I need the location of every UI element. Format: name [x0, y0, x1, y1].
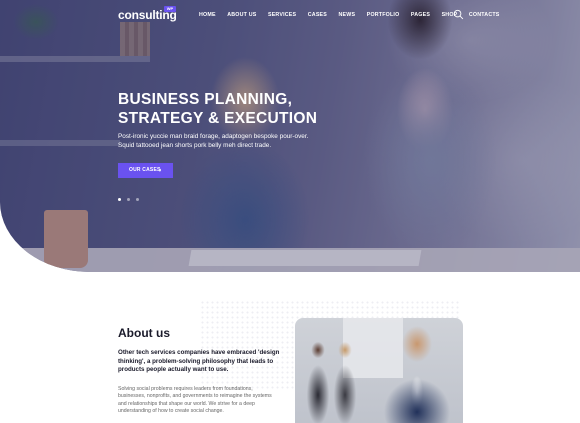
hero-subtitle-line: Squid tattooed jean shorts pork belly me… — [118, 142, 272, 149]
hero-title-line: STRATEGY & EXECUTION — [118, 110, 318, 127]
hero-section: BUSINESS PLANNING, STRATEGY & EXECUTION … — [0, 0, 580, 272]
slider-dots — [118, 198, 139, 201]
photo-person — [327, 338, 363, 423]
nav-item-cases[interactable]: CASES — [308, 12, 327, 18]
hero-subtitle-line: Post-ironic yuccie man braid forage, ada… — [118, 133, 309, 140]
nav-item-about-us[interactable]: ABOUT US — [227, 12, 256, 18]
site-header: consulting WP HOME ABOUT US SERVICES CAS… — [0, 0, 580, 30]
hero-subtitle: Post-ironic yuccie man braid forage, ada… — [118, 132, 318, 150]
slider-dot[interactable] — [127, 198, 130, 201]
about-body-line: businesses, nonprofits, and governments … — [118, 393, 272, 400]
about-lead: Other tech services companies have embra… — [118, 349, 288, 375]
search-icon[interactable] — [453, 9, 464, 20]
about-lead-line: thinking', a problem-solving philosophy … — [118, 357, 274, 365]
nav-item-home[interactable]: HOME — [199, 12, 216, 18]
nav-item-portfolio[interactable]: PORTFOLIO — [367, 12, 400, 18]
about-body-line: and relationships that shape our world. … — [118, 400, 255, 407]
about-body-line: understanding of how to create social ch… — [118, 408, 224, 415]
about-lead-line: Other tech services companies have embra… — [118, 349, 280, 356]
slider-dot[interactable] — [136, 198, 139, 201]
chevron-right-icon: › — [159, 167, 162, 174]
about-lead-line: products people actually want to use. — [118, 366, 229, 373]
main-nav: HOME ABOUT US SERVICES CASES NEWS PORTFO… — [199, 12, 511, 18]
about-body: Solving social problems requires leaders… — [118, 386, 298, 416]
nav-item-pages[interactable]: PAGES — [411, 12, 430, 18]
nav-item-contacts[interactable]: CONTACTS — [469, 12, 500, 18]
hero-title: BUSINESS PLANNING, STRATEGY & EXECUTION — [118, 90, 338, 128]
about-title: About us — [118, 326, 170, 340]
nav-item-services[interactable]: SERVICES — [268, 12, 296, 18]
nav-item-news[interactable]: NEWS — [339, 12, 356, 18]
hero-title-line: BUSINESS PLANNING, — [118, 91, 293, 108]
logo-badge: WP — [164, 6, 176, 12]
about-body-line: Solving social problems requires leaders… — [118, 386, 253, 392]
our-cases-label: OUR CASES — [129, 167, 161, 173]
about-team-photo — [295, 318, 463, 423]
slider-dot[interactable] — [118, 198, 121, 201]
our-cases-button[interactable]: OUR CASES › — [118, 163, 173, 178]
photo-person-front — [371, 320, 463, 423]
